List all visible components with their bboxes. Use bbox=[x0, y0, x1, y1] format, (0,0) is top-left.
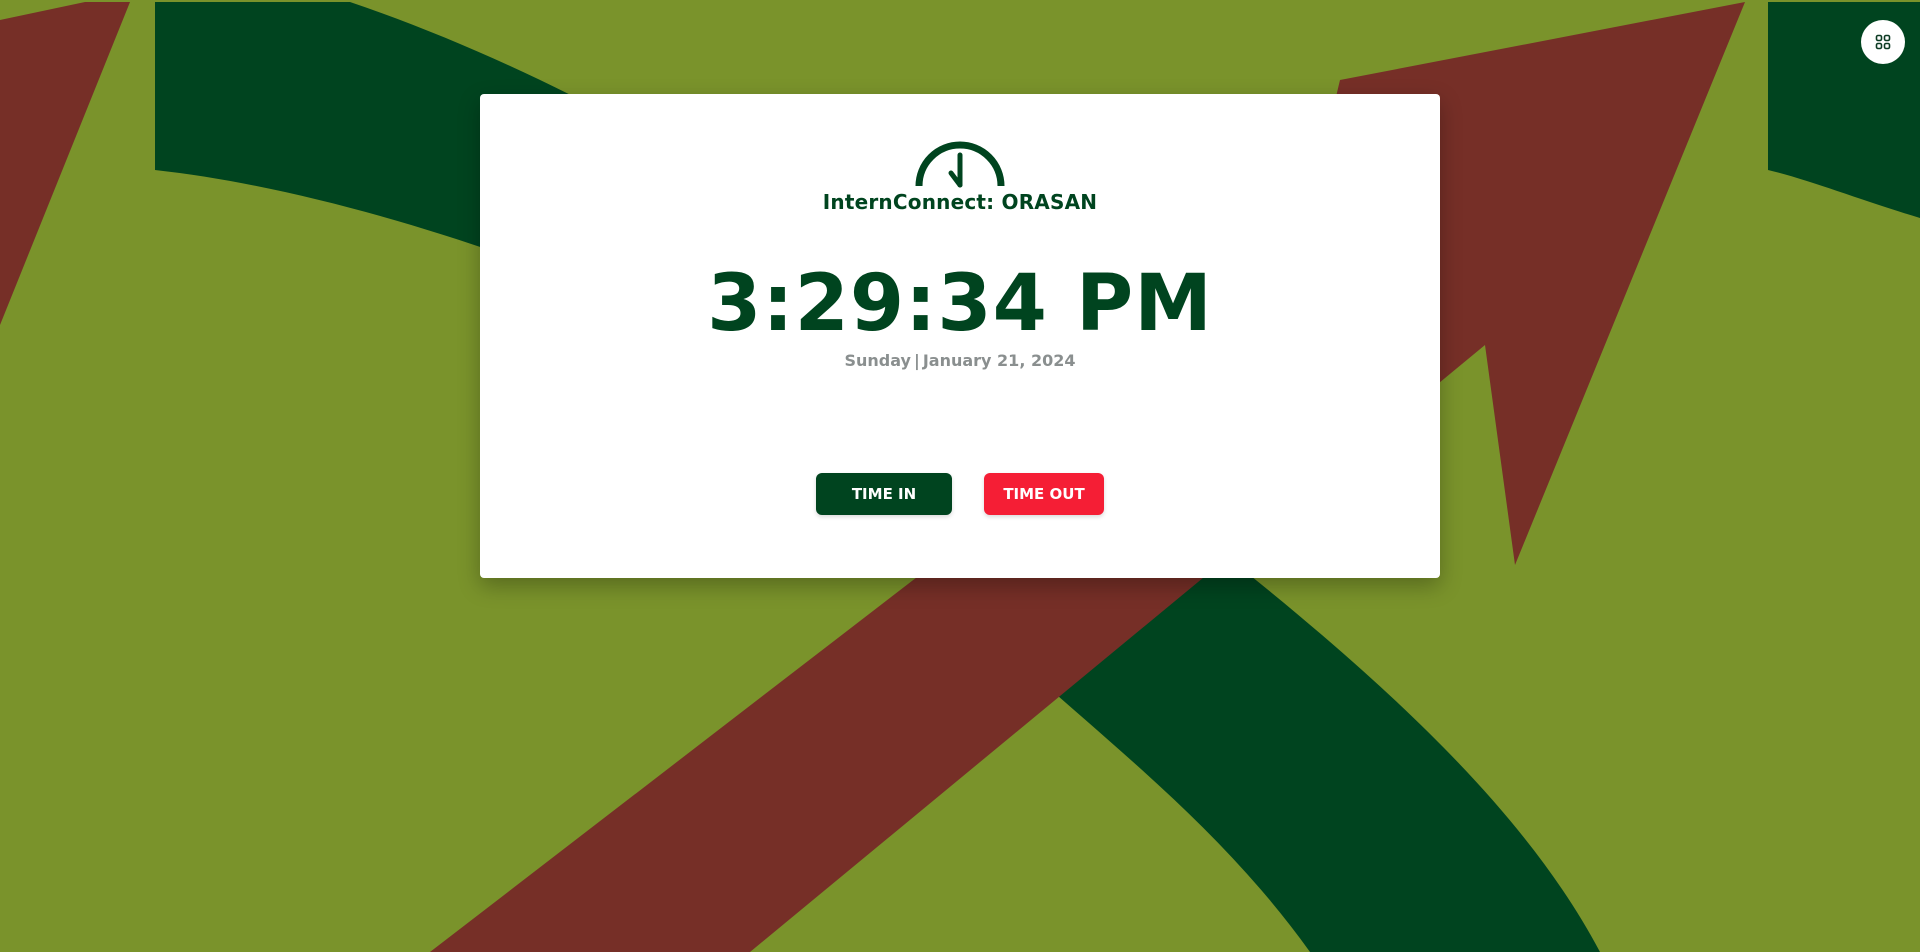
time-out-button[interactable]: TIME OUT bbox=[984, 473, 1104, 515]
timeclock-card: InternConnect: ORASAN 3:29:34 PM Sunday |… bbox=[480, 94, 1440, 578]
grid-icon bbox=[1875, 34, 1891, 50]
menu-button[interactable] bbox=[1861, 20, 1905, 64]
day-of-week: Sunday bbox=[844, 351, 911, 370]
date-separator: | bbox=[913, 351, 920, 370]
clock-icon bbox=[915, 141, 1005, 188]
app-title: InternConnect: ORASAN bbox=[822, 190, 1098, 214]
calendar-date: January 21, 2024 bbox=[922, 351, 1076, 370]
current-date: Sunday | January 21, 2024 bbox=[480, 350, 1440, 372]
time-in-button[interactable]: TIME IN bbox=[816, 473, 952, 515]
current-time: 3:29:34 PM bbox=[707, 259, 1213, 349]
